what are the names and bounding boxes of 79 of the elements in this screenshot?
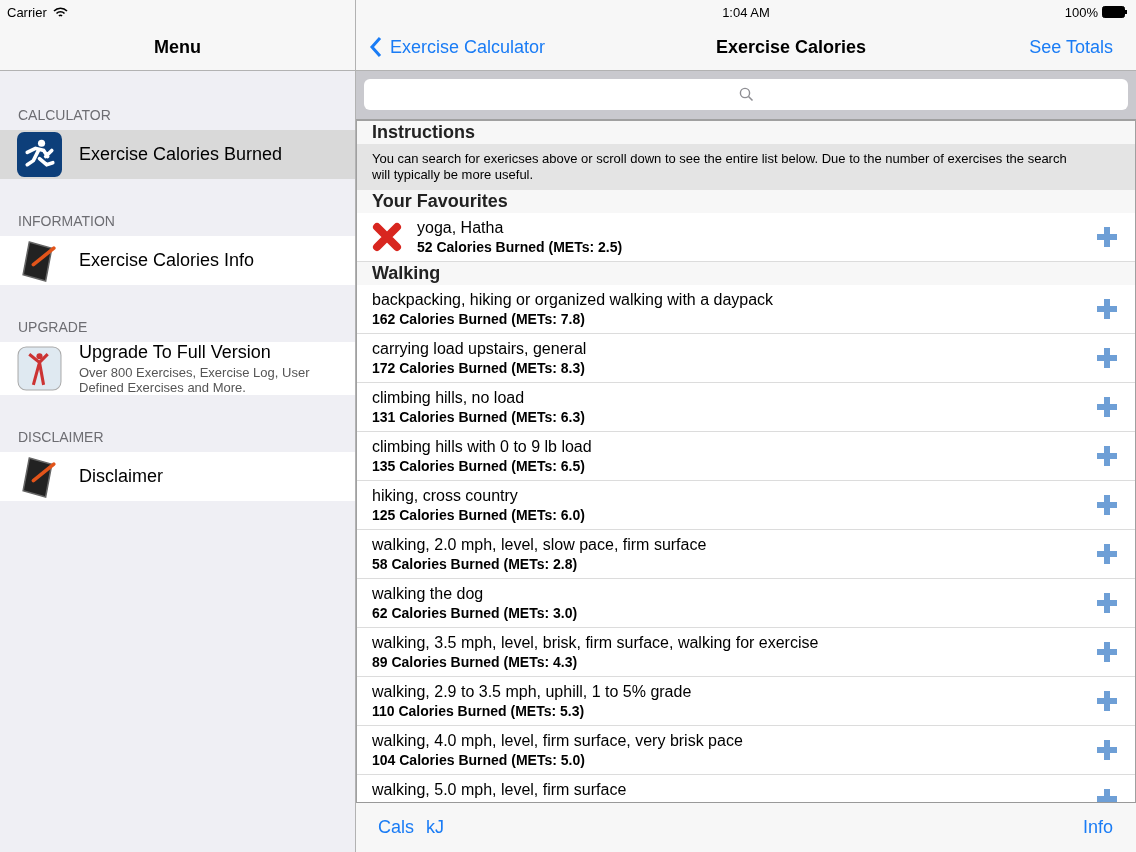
exercise-row[interactable]: hiking, cross country 125 Calories Burned (METs: 6.0) (357, 481, 1135, 530)
calories-text: 135 Calories Burned (METs: 6.5) (372, 458, 586, 474)
add-icon[interactable] (1097, 691, 1117, 711)
exercise-row[interactable]: climbing hills, no load 131 Calories Burned (METs: 6.3) (357, 383, 1135, 432)
exercise-row[interactable]: carrying load upstairs, general 172 Calories Burned (METs: 8.3) (357, 334, 1135, 383)
chevron-left-icon (369, 36, 382, 58)
remove-icon[interactable] (372, 222, 402, 252)
calories-text: 62 Calories Burned (METs: 3.0) (372, 605, 579, 621)
exercise-name: walking, 4.0 mph, level, firm surface, very brisk pace (372, 732, 744, 750)
exercise-name: walking, 2.9 to 3.5 mph, uphill, 1 to 5% grade (372, 683, 693, 701)
add-icon[interactable] (1097, 740, 1117, 760)
runner-icon (17, 132, 62, 177)
section-header: Instructions (357, 121, 1135, 144)
calories-text: 125 Calories Burned (METs: 6.0) (372, 507, 586, 523)
unit-button[interactable]: Cals (378, 817, 414, 838)
info-button[interactable]: Info (1082, 817, 1113, 838)
calories-text: 52 Calories Burned (METs: 2.5) (417, 239, 624, 255)
menu-item-subtitle: Over 800 Exercises, Exercise Log, User Defined Exercises and More. (79, 365, 311, 395)
calories-text: 110 Calories Burned (METs: 5.3) (372, 703, 586, 719)
exercise-name: walking, 2.0 mph, level, slow pace, firm surface (372, 536, 708, 554)
menu-title: Menu (153, 36, 202, 59)
add-icon[interactable] (1097, 495, 1117, 515)
section-header: DISCLAIMER (17, 429, 105, 447)
see-totals-button[interactable]: See Totals (913, 36, 1113, 58)
search-field[interactable] (364, 79, 1128, 110)
add-icon[interactable] (1097, 593, 1117, 613)
menu-item[interactable]: Disclaimer (0, 452, 355, 501)
add-icon[interactable] (1097, 299, 1117, 319)
exercise-row[interactable]: walking, 2.0 mph, level, slow pace, firm surface 58 Calories Burned (METs: 2.8) (357, 530, 1135, 579)
menu-item-label: Exercise Calories Info (79, 250, 255, 271)
wifi-icon (52, 6, 68, 18)
section-header: CALCULATOR (17, 107, 112, 125)
exercise-name: walking the dog (372, 585, 485, 603)
add-icon[interactable] (1097, 397, 1117, 417)
carrier-label: Carrier (7, 4, 47, 20)
search-icon (738, 87, 754, 102)
exercise-row[interactable]: walking, 4.0 mph, level, firm surface, very brisk pace 104 Calories Burned (METs: 5.0) (357, 726, 1135, 775)
exercise-name: walking, 3.5 mph, level, brisk, firm surface, walking for exercise (372, 634, 820, 652)
menu-item-label: Upgrade To Full Version (79, 342, 272, 363)
add-icon[interactable] (1097, 348, 1117, 368)
battery-icon (1102, 6, 1128, 18)
add-icon[interactable] (1097, 446, 1117, 466)
section-header: Walking (357, 262, 1135, 285)
section-header: Your Favourites (357, 190, 1135, 213)
exercise-name: climbing hills, no load (372, 389, 526, 407)
calories-text: 131 Calories Burned (METs: 6.3) (372, 409, 586, 425)
calories-text: 172 Calories Burned (METs: 8.3) (372, 360, 586, 376)
exercise-name: backpacking, hiking or organized walking with a daypack (372, 291, 775, 309)
section-header: UPGRADE (17, 319, 89, 337)
add-icon[interactable] (1097, 642, 1117, 662)
add-icon[interactable] (1097, 227, 1117, 247)
add-icon[interactable] (1097, 544, 1117, 564)
menu-item-label: Disclaimer (79, 466, 163, 487)
figure-icon (17, 346, 62, 391)
battery-percent: 100% (1064, 4, 1098, 20)
clock-label: 1:04 AM (722, 4, 770, 20)
instructions-text: You can search for exericses above or scroll down to see the entire list below. Due to the number of exercises the search will typically be more useful. (357, 144, 1135, 190)
exercise-row[interactable]: climbing hills with 0 to 9 lb load 135 Calories Burned (METs: 6.5) (357, 432, 1135, 481)
unit-button[interactable]: kJ (426, 817, 444, 838)
calories-text: 89 Calories Burned (METs: 4.3) (372, 654, 579, 670)
exercise-name: walking, 5.0 mph, level, firm surface (372, 781, 628, 799)
exercise-name: yoga, Hatha (417, 219, 505, 237)
menu-item[interactable]: Exercise Calories Info (0, 236, 355, 285)
calories-text: 58 Calories Burned (METs: 2.8) (372, 556, 579, 572)
calories-text: 104 Calories Burned (METs: 5.0) (372, 752, 586, 768)
section-header: INFORMATION (17, 213, 116, 231)
back-button[interactable]: Exercise Calculator (369, 36, 669, 58)
calories-text: 162 Calories Burned (METs: 7.8) (372, 311, 586, 327)
exercise-name: hiking, cross country (372, 487, 519, 505)
exercise-row[interactable]: walking the dog 62 Calories Burned (METs: 3.0) (357, 579, 1135, 628)
exercise-row[interactable]: walking, 2.9 to 3.5 mph, uphill, 1 to 5% grade 110 Calories Burned (METs: 5.3) (357, 677, 1135, 726)
exercise-row[interactable]: walking, 3.5 mph, level, brisk, firm surface, walking for exercise 89 Calories Burned (METs: 4.3) (357, 628, 1135, 677)
exercise-row[interactable]: backpacking, hiking or organized walking with a daypack 162 Calories Burned (METs: 7.8) (357, 285, 1135, 334)
exercise-name: climbing hills with 0 to 9 lb load (372, 438, 593, 456)
exercise-name: carrying load upstairs, general (372, 340, 588, 358)
menu-item[interactable]: Exercise Calories Burned (0, 130, 355, 179)
screen-title: Exercise Calories (714, 36, 868, 58)
menu-item[interactable]: Upgrade To Full Version Over 800 Exercises, Exercise Log, User Defined Exercises and More. (0, 342, 355, 395)
menu-item-label: Exercise Calories Burned (79, 144, 283, 165)
